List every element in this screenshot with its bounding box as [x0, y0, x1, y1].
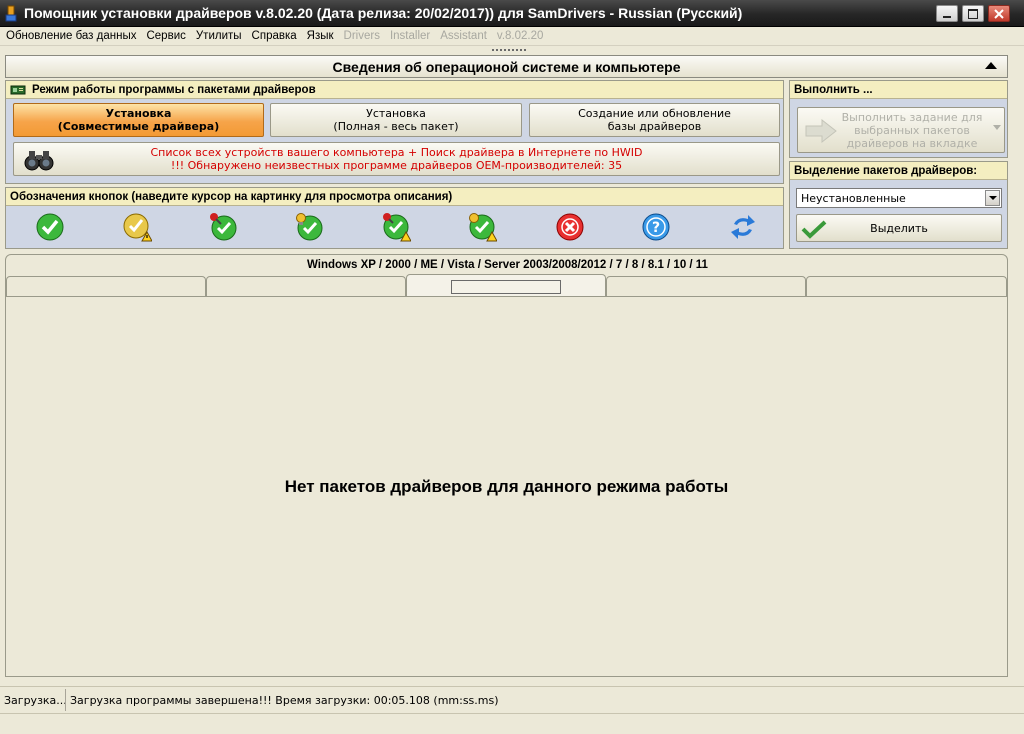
active-tab-focus-ring [451, 280, 561, 294]
close-button[interactable] [988, 5, 1010, 22]
help-icon[interactable]: ? [641, 212, 671, 242]
maximize-icon [968, 8, 978, 19]
collapse-arrow-icon[interactable] [985, 62, 997, 69]
device-list-text: Список всех устройств вашего компьютера … [150, 146, 643, 159]
status-loading: Загрузка... [4, 693, 67, 707]
dropdown-arrow-icon[interactable] [993, 125, 1001, 130]
mode-button-line2: базы драйверов [607, 120, 702, 133]
execute-button-line2: выбранных пакетов [854, 123, 970, 137]
menu-installer: Installer [389, 30, 431, 42]
check-bulb-warning-icon[interactable] [467, 212, 497, 242]
execute-panel-header: Выполнить ... [790, 81, 1007, 99]
oem-drivers-text: !!! Обнаружено неизвестных программе дра… [170, 159, 623, 172]
status-separator [0, 713, 1024, 714]
execute-panel: Выполнить ... Выполнить задание для выбр… [789, 80, 1008, 158]
minimize-icon [943, 15, 951, 18]
menu-utilities[interactable]: Утилиты [192, 30, 248, 42]
mode-create-database-button[interactable]: Создание или обновление базы драйверов [529, 103, 780, 137]
binoculars-icon [24, 151, 54, 171]
mode-button-line2: (Полная - весь пакет) [333, 120, 459, 133]
error-icon[interactable] [555, 212, 585, 242]
system-info-header[interactable]: Сведения об операционой системе и компью… [5, 55, 1008, 78]
check-warning-icon[interactable] [122, 212, 152, 242]
mode-install-compatible-button[interactable]: Установка (Совместимые драйвера) [13, 103, 264, 137]
status-divider [65, 689, 66, 711]
mode-panel-title: Режим работы программы с пакетами драйве… [32, 83, 316, 96]
menu-service[interactable]: Сервис [142, 30, 191, 42]
maximize-button[interactable] [962, 5, 984, 22]
dropdown-value: Неустановленные [801, 192, 906, 205]
system-info-title: Сведения об операционой системе и компью… [332, 58, 681, 75]
title-bar: Помощник установки драйверов v.8.02.20 (… [0, 0, 1024, 27]
check-bulb-icon[interactable] [294, 212, 324, 242]
legend-panel-header: Обозначения кнопок (наведите курсор на к… [6, 188, 783, 206]
selection-panel: Выделение пакетов драйверов: Неустановле… [789, 161, 1008, 249]
mode-panel: Режим работы программы с пакетами драйве… [5, 80, 784, 184]
arrow-right-icon [805, 118, 837, 144]
os-list-title: Windows XP / 2000 / ME / Vista / Server … [307, 259, 708, 271]
menu-drivers: Drivers [343, 30, 380, 42]
status-message: Загрузка программы завершена!!! Время за… [70, 693, 499, 707]
chevron-down-icon [988, 196, 997, 200]
status-bar: Загрузка... Загрузка программы завершена… [0, 686, 1024, 734]
mode-button-line1: Установка [105, 107, 172, 120]
splitter-grip[interactable] [490, 48, 530, 53]
execute-button-line3: драйверов на вкладке [846, 136, 978, 150]
checkmark-icon [801, 220, 827, 239]
menu-version: v.8.02.20 [496, 30, 544, 42]
select-packages-button[interactable]: Выделить [796, 214, 1002, 242]
execute-task-button[interactable]: Выполнить задание для выбранных пакетов … [797, 107, 1005, 153]
check-icon[interactable] [35, 212, 65, 242]
tab-1[interactable] [6, 276, 206, 296]
legend-panel: Обозначения кнопок (наведите курсор на к… [5, 187, 784, 249]
empty-state-message: Нет пакетов драйверов для данного режима… [284, 477, 729, 496]
menu-assistant: Assistant [440, 30, 487, 42]
check-pin-warning-icon[interactable] [381, 212, 411, 242]
close-icon [994, 8, 1004, 19]
tab-4[interactable] [606, 276, 806, 296]
menu-update-databases[interactable]: Обновление баз данных [2, 30, 142, 42]
execute-button-line1: Выполнить задание для [841, 110, 983, 124]
package-filter-dropdown[interactable]: Неустановленные [796, 188, 1002, 208]
tab-5[interactable] [806, 276, 1007, 296]
package-content-area: Нет пакетов драйверов для данного режима… [6, 296, 1007, 676]
svg-text:?: ? [652, 220, 660, 236]
mode-install-full-button[interactable]: Установка (Полная - весь пакет) [270, 103, 522, 137]
mode-button-line2: (Совместимые драйвера) [57, 120, 220, 133]
check-pin-icon[interactable] [208, 212, 238, 242]
mode-button-line1: Установка [366, 107, 426, 120]
window-title: Помощник установки драйверов v.8.02.20 (… [24, 5, 743, 21]
dropdown-toggle[interactable] [985, 190, 1000, 206]
select-button-label: Выделить [870, 221, 928, 235]
mode-panel-header: Режим работы программы с пакетами драйве… [6, 81, 783, 99]
chip-icon [10, 85, 26, 94]
menu-help[interactable]: Справка [248, 30, 303, 42]
app-icon [5, 5, 17, 22]
minimize-button[interactable] [936, 5, 958, 22]
menu-language[interactable]: Язык [303, 30, 340, 42]
refresh-icon[interactable] [728, 212, 758, 242]
tab-2[interactable] [206, 276, 406, 296]
device-list-button[interactable]: Список всех устройств вашего компьютера … [13, 142, 780, 176]
mode-button-line1: Создание или обновление [578, 107, 731, 120]
menu-bar: Обновление баз данных Сервис Утилиты Спр… [0, 27, 1024, 46]
selection-panel-header: Выделение пакетов драйверов: [790, 162, 1007, 180]
